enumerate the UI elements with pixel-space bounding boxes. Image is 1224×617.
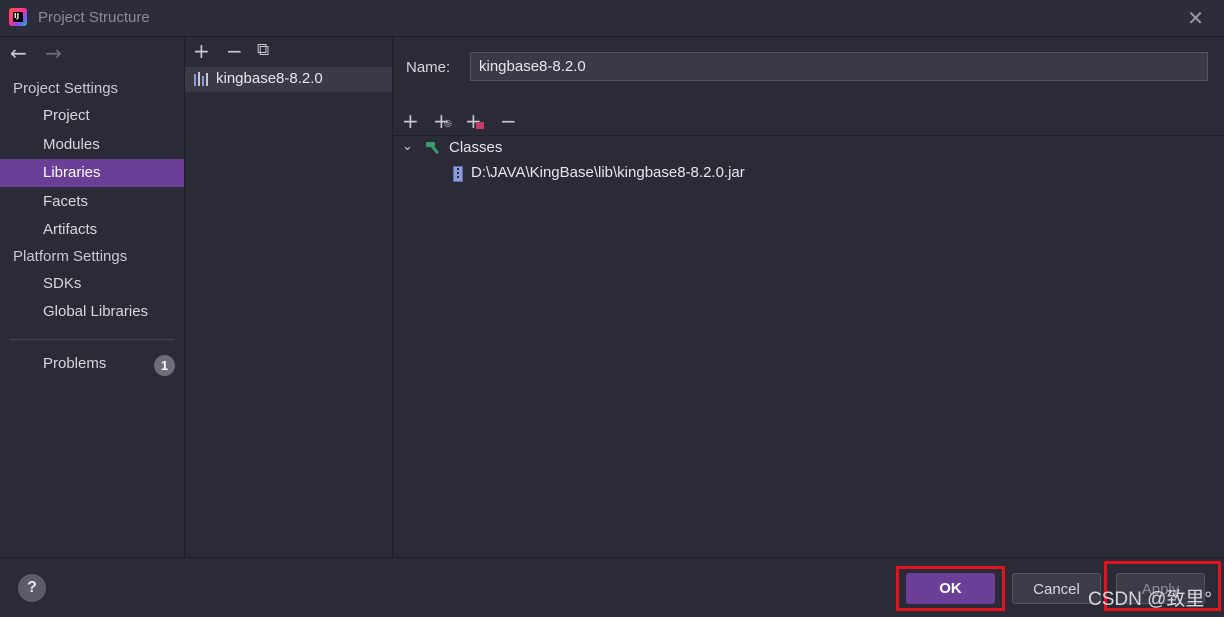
name-label: Name: — [406, 59, 451, 76]
nav-arrows: ← → — [10, 41, 62, 65]
remove-library-button[interactable]: − — [226, 39, 243, 63]
library-name: kingbase8-8.2.0 — [216, 70, 323, 87]
libraries-list-panel: + − ⧉ kingbase8-8.2.0 — [185, 37, 393, 557]
intellij-logo-icon: IJ — [9, 8, 27, 26]
library-detail-panel: Name: + + ◎ + − ⌄ Classes D:\JAVA\KingBa… — [393, 37, 1224, 557]
add-root-button[interactable]: + — [402, 109, 419, 133]
forward-arrow-icon[interactable]: → — [45, 41, 62, 65]
jar-file-icon — [453, 166, 463, 182]
exclude-plus-icon: + — [465, 109, 482, 133]
sidebar-item-libraries[interactable]: Libraries — [0, 159, 184, 187]
library-icon — [194, 72, 210, 86]
sidebar-item-sdks[interactable]: SDKs — [0, 270, 184, 298]
libraries-toolbar: + − ⧉ — [185, 37, 392, 65]
exclude-button[interactable]: + — [465, 109, 484, 133]
watermark-text: CSDN @致里° — [1088, 589, 1213, 610]
dialog-footer: ? OK Cancel Apply CSDN @致里° — [0, 557, 1224, 617]
sidebar-divider — [10, 339, 174, 340]
globe-icon: ◎ — [444, 119, 452, 129]
classes-toolbar: + + ◎ + − — [393, 109, 1224, 136]
sidebar-item-facets[interactable]: Facets — [0, 188, 184, 216]
sidebar-item-modules[interactable]: Modules — [0, 131, 184, 159]
add-url-button[interactable]: + ◎ — [433, 109, 452, 133]
project-settings-heading: Project Settings — [13, 80, 119, 97]
ok-highlight-box — [896, 566, 1005, 611]
help-button[interactable]: ? — [18, 574, 46, 602]
add-library-button[interactable]: + — [193, 39, 210, 63]
problems-count-badge: 1 — [154, 355, 175, 376]
library-name-input[interactable] — [470, 52, 1208, 81]
chevron-down-icon[interactable]: ⌄ — [402, 139, 413, 154]
title-bar: IJ Project Structure ✕ — [0, 0, 1224, 37]
settings-sidebar: ← → Project Settings Project Modules Lib… — [0, 37, 185, 557]
platform-settings-heading: Platform Settings — [13, 248, 128, 265]
sidebar-item-project[interactable]: Project — [0, 102, 184, 130]
excluded-marker-icon — [476, 122, 484, 129]
close-icon[interactable]: ✕ — [1187, 6, 1204, 30]
classes-node-label[interactable]: Classes — [449, 139, 502, 156]
sidebar-item-artifacts[interactable]: Artifacts — [0, 216, 184, 244]
sidebar-item-global-libraries[interactable]: Global Libraries — [0, 298, 184, 326]
remove-root-button[interactable]: − — [500, 109, 517, 133]
back-arrow-icon[interactable]: ← — [10, 41, 27, 65]
copy-library-button[interactable]: ⧉ — [257, 40, 269, 60]
jar-path-item[interactable]: D:\JAVA\KingBase\lib\kingbase8-8.2.0.jar — [471, 164, 745, 181]
classes-tree: ⌄ Classes D:\JAVA\KingBase\lib\kingbase8… — [393, 136, 1224, 557]
window-title: Project Structure — [38, 9, 150, 26]
hammer-icon — [426, 142, 440, 154]
library-list-item[interactable]: kingbase8-8.2.0 — [185, 67, 392, 92]
